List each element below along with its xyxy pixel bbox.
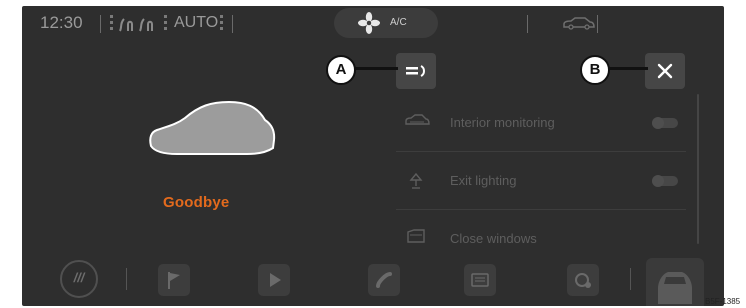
play-icon[interactable]	[258, 264, 290, 296]
close-icon	[657, 63, 673, 79]
lamp-icon	[406, 170, 426, 197]
callout-a: A	[326, 55, 356, 85]
divider	[220, 15, 223, 33]
phone-icon[interactable]	[368, 264, 400, 296]
figure-code: B5F-1385	[705, 297, 741, 306]
setting-label: Interior monitoring	[450, 115, 555, 130]
fan-icon	[358, 12, 380, 39]
infotainment-screen: 12:30 AUTO A/C Goodbye Interior monitori…	[22, 6, 724, 306]
divider	[126, 268, 127, 290]
clock: 12:30	[40, 13, 83, 32]
setting-label: Close windows	[450, 231, 537, 246]
car-icon[interactable]	[562, 16, 596, 35]
divider	[527, 15, 528, 33]
callout-leader	[604, 67, 648, 70]
divider	[597, 15, 598, 33]
setting-label: Exit lighting	[450, 173, 517, 188]
divider	[100, 15, 101, 33]
divider	[110, 15, 113, 33]
scrollbar[interactable]	[697, 94, 699, 244]
settings-icon[interactable]	[567, 264, 599, 296]
vehicle-silhouette-icon	[147, 96, 277, 165]
car-monitor-icon	[404, 112, 430, 133]
ac-label: A/C	[390, 17, 407, 28]
light-menu-icon	[406, 65, 425, 77]
callout-b: B	[580, 55, 610, 85]
exit-settings-list: Interior monitoring Exit lighting Close …	[396, 94, 686, 267]
divider	[232, 15, 233, 33]
list-item-interior-monitoring[interactable]: Interior monitoring	[396, 94, 686, 152]
vehicle-button[interactable]	[646, 258, 704, 306]
divider	[630, 268, 631, 290]
window-icon	[406, 228, 426, 249]
close-button[interactable]	[645, 53, 685, 89]
interior-monitoring-toggle[interactable]	[652, 117, 678, 129]
menu-icon: ///	[73, 270, 85, 285]
light-menu-button[interactable]	[396, 53, 436, 89]
exit-lighting-toggle[interactable]	[652, 175, 678, 187]
goodbye-message: Goodbye	[163, 194, 230, 211]
list-item-exit-lighting[interactable]: Exit lighting	[396, 152, 686, 210]
status-bar: 12:30 AUTO A/C	[22, 6, 724, 42]
page-indicator	[608, 298, 620, 306]
menu-button[interactable]: ///	[60, 260, 98, 298]
callout-leader	[350, 67, 398, 70]
climate-mode[interactable]: AUTO	[174, 14, 218, 32]
seat-heating-icon[interactable]	[116, 15, 162, 38]
ac-button[interactable]: A/C	[334, 8, 438, 38]
radio-icon[interactable]	[464, 264, 496, 296]
car-icon	[658, 272, 692, 304]
divider	[164, 15, 167, 33]
flag-icon[interactable]	[158, 264, 190, 296]
